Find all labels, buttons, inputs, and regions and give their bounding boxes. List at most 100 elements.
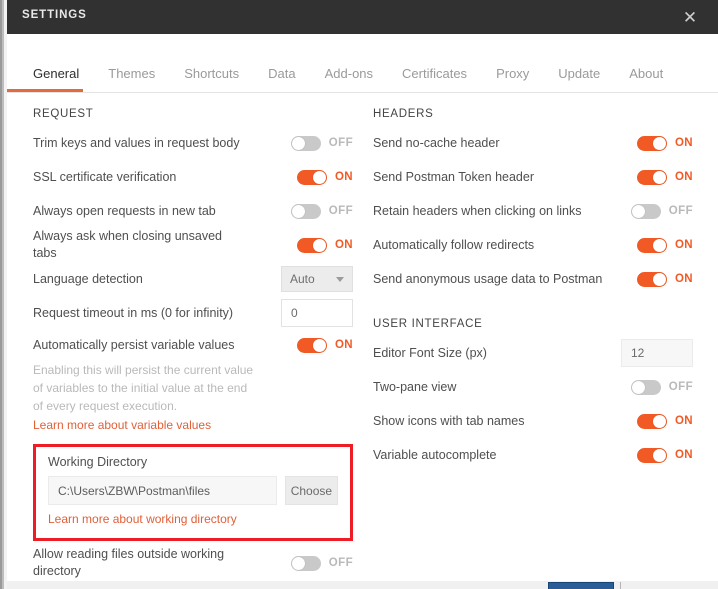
toggle-knob bbox=[312, 338, 326, 352]
learn-more-working-directory-link[interactable]: Learn more about working directory bbox=[48, 512, 237, 526]
toggle-knob bbox=[631, 204, 645, 218]
toggle-knob bbox=[291, 556, 305, 570]
tab-proxy[interactable]: Proxy bbox=[496, 66, 529, 92]
toggle-state-label: OFF bbox=[328, 557, 353, 569]
setting-label: Always ask when closing unsaved tabs bbox=[33, 229, 222, 260]
toggle-state-label: ON bbox=[674, 273, 693, 285]
setting-control: ON bbox=[296, 237, 353, 253]
setting-control: ON bbox=[636, 135, 693, 151]
toggle-state-label: ON bbox=[674, 449, 693, 461]
setting-row-anonymous-usage-data: Send anonymous usage data to Postman ON bbox=[373, 262, 693, 296]
request-pane: REQUEST Trim keys and values in request … bbox=[33, 92, 353, 585]
setting-control: OFF bbox=[630, 379, 693, 395]
editor-font-size-input[interactable] bbox=[621, 339, 693, 367]
request-timeout-input[interactable] bbox=[281, 299, 353, 327]
setting-control: Auto bbox=[281, 266, 353, 292]
setting-control: ON bbox=[636, 169, 693, 185]
toggle-track bbox=[636, 271, 667, 287]
setting-label: Always open requests in new tab bbox=[33, 203, 216, 218]
toggle-ssl-verification[interactable]: ON bbox=[296, 169, 353, 185]
setting-row-trim-keys: Trim keys and values in request body OFF bbox=[33, 126, 353, 160]
toggle-persist-variables[interactable]: ON bbox=[296, 337, 353, 353]
setting-control: ON bbox=[636, 413, 693, 429]
setting-control bbox=[281, 299, 353, 327]
toggle-state-label: ON bbox=[334, 171, 353, 183]
tab-data[interactable]: Data bbox=[268, 66, 295, 92]
setting-row-show-icons-with-tab-names: Show icons with tab names ON bbox=[373, 404, 693, 438]
toggle-track bbox=[636, 169, 667, 185]
toggle-two-pane-view[interactable]: OFF bbox=[630, 379, 693, 395]
settings-window: SETTINGS ✕ General Themes Shortcuts Data… bbox=[0, 0, 718, 589]
toggle-trim-keys[interactable]: OFF bbox=[290, 135, 353, 151]
setting-label: Automatically follow redirects bbox=[373, 237, 535, 252]
settings-content: REQUEST Trim keys and values in request … bbox=[7, 92, 718, 581]
persist-variables-help-block: Enabling this will persist the current v… bbox=[33, 361, 353, 434]
choose-button[interactable]: Choose bbox=[284, 476, 338, 505]
toggle-ask-closing-unsaved[interactable]: ON bbox=[296, 237, 353, 253]
toggle-follow-redirects[interactable]: ON bbox=[636, 237, 693, 253]
working-directory-input[interactable] bbox=[48, 476, 277, 505]
toggle-track bbox=[636, 413, 667, 429]
setting-control: OFF bbox=[290, 555, 353, 571]
working-directory-input-row: Choose bbox=[48, 476, 338, 505]
toggle-knob bbox=[291, 204, 305, 218]
setting-control: OFF bbox=[290, 135, 353, 151]
toggle-track bbox=[636, 447, 667, 463]
setting-row-allow-outside-working-dir: Allow reading files outside working dire… bbox=[33, 541, 353, 585]
tab-shortcuts[interactable]: Shortcuts bbox=[184, 66, 239, 92]
setting-control: ON bbox=[636, 271, 693, 287]
background-window-divider bbox=[620, 582, 621, 589]
toggle-allow-outside-working-dir[interactable]: OFF bbox=[290, 555, 353, 571]
toggle-open-in-new-tab[interactable]: OFF bbox=[290, 203, 353, 219]
toggle-knob bbox=[652, 136, 666, 150]
toggle-knob bbox=[312, 238, 326, 252]
tab-add-ons[interactable]: Add-ons bbox=[325, 66, 373, 92]
toggle-track bbox=[296, 237, 327, 253]
toggle-state-label: ON bbox=[674, 171, 693, 183]
close-icon[interactable]: ✕ bbox=[670, 0, 710, 34]
setting-label: Editor Font Size (px) bbox=[373, 345, 487, 360]
toggle-postman-token-header[interactable]: ON bbox=[636, 169, 693, 185]
toggle-track bbox=[290, 135, 321, 151]
toggle-variable-autocomplete[interactable]: ON bbox=[636, 447, 693, 463]
toggle-state-label: OFF bbox=[328, 205, 353, 217]
setting-label: Two-pane view bbox=[373, 379, 457, 394]
learn-more-variable-values-link[interactable]: Learn more about variable values bbox=[33, 418, 211, 432]
tab-about[interactable]: About bbox=[629, 66, 663, 92]
toggle-track bbox=[296, 337, 327, 353]
background-window-primary-button[interactable] bbox=[548, 582, 614, 589]
toggle-knob bbox=[312, 170, 326, 184]
toggle-knob bbox=[652, 414, 666, 428]
tab-certificates[interactable]: Certificates bbox=[402, 66, 467, 92]
setting-label: Trim keys and values in request body bbox=[33, 135, 240, 150]
tab-update[interactable]: Update bbox=[558, 66, 600, 92]
setting-control: ON bbox=[636, 237, 693, 253]
tab-themes[interactable]: Themes bbox=[108, 66, 155, 92]
toggle-track bbox=[636, 135, 667, 151]
select-value: Auto bbox=[290, 272, 315, 286]
tab-general[interactable]: General bbox=[2, 66, 84, 92]
toggle-anonymous-usage-data[interactable]: ON bbox=[636, 271, 693, 287]
setting-label: Retain headers when clicking on links bbox=[373, 203, 582, 218]
setting-row-retain-headers: Retain headers when clicking on links OF… bbox=[373, 194, 693, 228]
toggle-no-cache-header[interactable]: ON bbox=[636, 135, 693, 151]
setting-label: Automatically persist variable values bbox=[33, 337, 235, 352]
setting-control: OFF bbox=[290, 203, 353, 219]
setting-label: Show icons with tab names bbox=[373, 413, 525, 428]
toggle-retain-headers[interactable]: OFF bbox=[630, 203, 693, 219]
setting-row-ssl-verification: SSL certificate verification ON bbox=[33, 160, 353, 194]
toggle-state-label: ON bbox=[334, 239, 353, 251]
settings-tab-bar: General Themes Shortcuts Data Add-ons Ce… bbox=[2, 34, 718, 93]
toggle-state-label: OFF bbox=[668, 381, 693, 393]
toggle-knob bbox=[652, 170, 666, 184]
toggle-knob bbox=[652, 448, 666, 462]
setting-label: Variable autocomplete bbox=[373, 447, 497, 462]
headers-and-ui-pane: HEADERS Send no-cache header ON Send Pos… bbox=[373, 92, 693, 472]
toggle-state-label: ON bbox=[334, 339, 353, 351]
persist-variables-help-text: Enabling this will persist the current v… bbox=[33, 363, 254, 413]
toggle-show-icons-with-tab-names[interactable]: ON bbox=[636, 413, 693, 429]
language-detection-select[interactable]: Auto bbox=[281, 266, 353, 292]
tab-list: General Themes Shortcuts Data Add-ons Ce… bbox=[2, 34, 692, 92]
toggle-track bbox=[290, 203, 321, 219]
setting-label: Send no-cache header bbox=[373, 135, 500, 150]
